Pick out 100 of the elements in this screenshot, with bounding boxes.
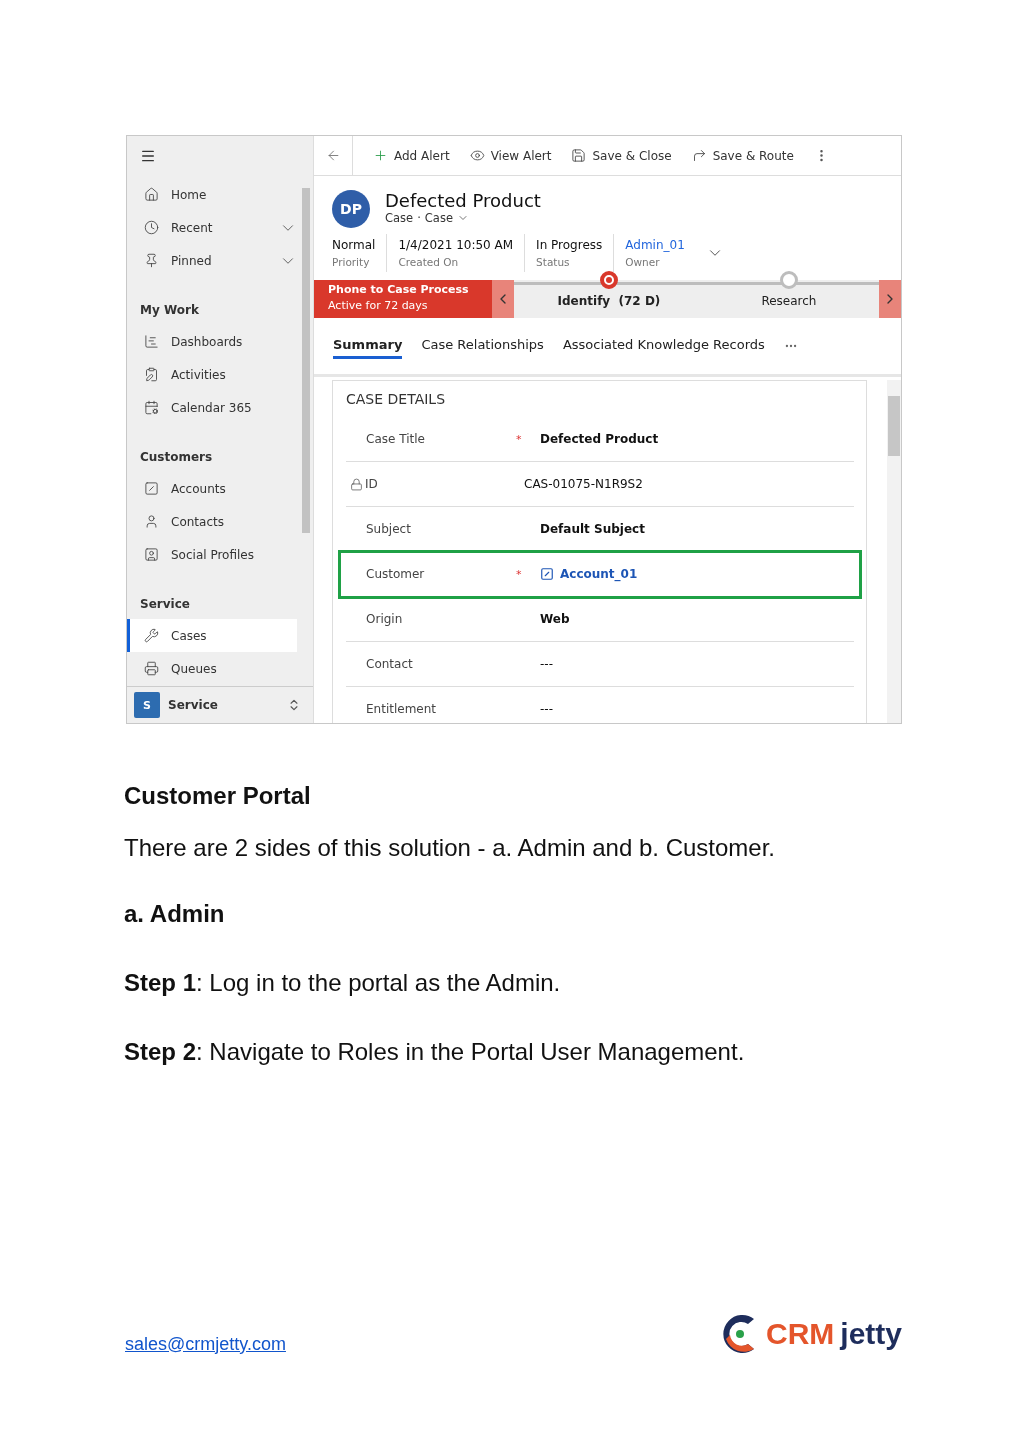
sidebar-item-label: Social Profiles [171,547,255,562]
sidebar-item-label: Cases [171,628,208,643]
plus-icon [373,148,388,163]
sidebar-item-label: Home [171,187,208,202]
field-value: CAS-01075-N1R9S2 [524,477,643,491]
next-stage-button[interactable] [878,280,901,318]
sidebar-section-title: My Work [139,302,200,319]
tab[interactable]: Summary [333,333,403,359]
command-button[interactable]: Add Alert [373,148,450,163]
field-value: Default Subject [540,522,645,536]
pin-icon [144,253,159,268]
sidebar-item[interactable]: Social Profiles [127,538,297,571]
stage-marker[interactable] [779,271,798,289]
sidebar-item-label: Recent [171,220,214,235]
subheading: a. Admin [124,900,226,928]
sidebar-item[interactable]: Pinned [127,244,297,277]
header-field-value: Normal [332,238,376,252]
sidebar-item-label: Pinned [171,253,213,268]
area-badge: S [134,692,160,718]
email-link[interactable]: sales@crmjetty.com [125,1333,286,1355]
header-field-label: Priority [332,256,371,268]
previous-stage-button[interactable] [491,280,514,318]
lookup-link[interactable]: Account_01 [560,567,638,581]
sidebar-item[interactable]: Accounts [127,472,297,505]
tab[interactable]: Associated Knowledge Records [562,333,765,359]
sidebar-item[interactable]: Queues [127,652,297,685]
calendar-icon [144,400,159,415]
arrow-icon [691,148,707,163]
sidebar-item[interactable]: Home [127,178,297,211]
area-switcher[interactable]: S Service [127,686,313,723]
command-button[interactable]: View Alert [469,148,552,163]
process-duration: Active for 72 days [328,299,429,312]
header-field-value: In Progress [536,238,603,252]
tab[interactable]: Case Relationships [421,333,544,359]
menu-icon[interactable] [140,148,156,164]
printer-icon [144,661,159,676]
back-icon[interactable] [325,148,341,163]
sidebar-section-title: Customers [139,449,214,466]
sidebar-item-label: Contacts [171,514,225,529]
save-icon [571,148,587,163]
required-mark: * [516,432,522,446]
command-button[interactable]: Save & Route [691,148,794,163]
sidebar-item-label: Activities [171,367,227,382]
step-text: Step 2: Navigate to Roles in the Portal User Management. [124,1038,746,1066]
logo-text: CRM [766,1317,835,1351]
record-title: Defected Product [385,190,541,211]
account-icon [540,567,554,581]
field-label: Subject [366,522,411,536]
sidebar-item[interactable]: Activities [127,358,297,391]
sidebar-section-title: Service [139,596,191,613]
field-label: Entitlement [366,702,437,716]
sidebar-item[interactable]: Contacts [127,505,297,538]
eye-icon [469,148,485,163]
field-label: Origin [366,612,403,626]
sidebar-item-label: Calendar 365 [171,400,253,415]
clipboard-icon [144,367,159,382]
step-text: Step 1: Log in to the portal as the Admin. [124,969,562,997]
logo-text: jetty [840,1317,902,1351]
heading: Customer Portal [124,782,312,810]
home-icon [144,187,159,202]
scrollbar[interactable] [887,380,901,723]
field-label: Contact [366,657,413,671]
person-frame-icon [144,547,159,562]
section-title: CASE DETAILS [346,391,447,407]
field-label: ID [365,477,378,491]
header-field-value[interactable]: Admin_01 [625,238,685,252]
sidebar-item[interactable]: Recent [127,211,297,244]
command-button[interactable]: Save & Close [571,148,672,163]
stage-marker[interactable] [599,271,618,289]
header-field-label: Owner [625,256,661,268]
field-label: Customer [366,567,425,581]
separator-dot: · [417,211,421,225]
stage-label[interactable]: Research [761,294,817,308]
sidebar-item[interactable]: Dashboards [127,325,297,358]
record-avatar: DP [332,190,370,228]
header-field-label: Status [536,256,571,268]
field-value: Web [540,612,570,626]
sidebar-item-label: Accounts [171,481,227,496]
field-label: Case Title [366,432,425,446]
sidebar-item[interactable]: Calendar 365 [127,391,297,424]
clock-icon [144,220,159,235]
form-selector[interactable]: Case [424,211,453,225]
chart-icon [144,334,159,349]
stage-label[interactable]: Identify (72 D) [557,294,661,308]
field-value: Defected Product [540,432,659,446]
header-field-value: 1/4/2021 10:50 AM [398,238,514,252]
sidebar-item-label: Queues [171,661,218,676]
sidebar-item[interactable]: Cases [127,619,297,652]
process-banner[interactable]: Phone to Case Process Active for 72 days [314,280,492,318]
wrench-icon [144,628,159,643]
process-name: Phone to Case Process [328,283,470,296]
entity-label: Case [385,211,414,225]
square-icon [144,481,159,496]
paragraph: There are 2 sides of this solution - a. Admin and b. Customer. [124,834,776,862]
sidebar-item-label: Dashboards [171,334,244,349]
scrollbar[interactable] [302,188,310,533]
field-value: --- [540,702,553,716]
field-value: --- [540,657,553,671]
person-icon [144,514,159,529]
header-field-label: Created On [398,256,460,268]
